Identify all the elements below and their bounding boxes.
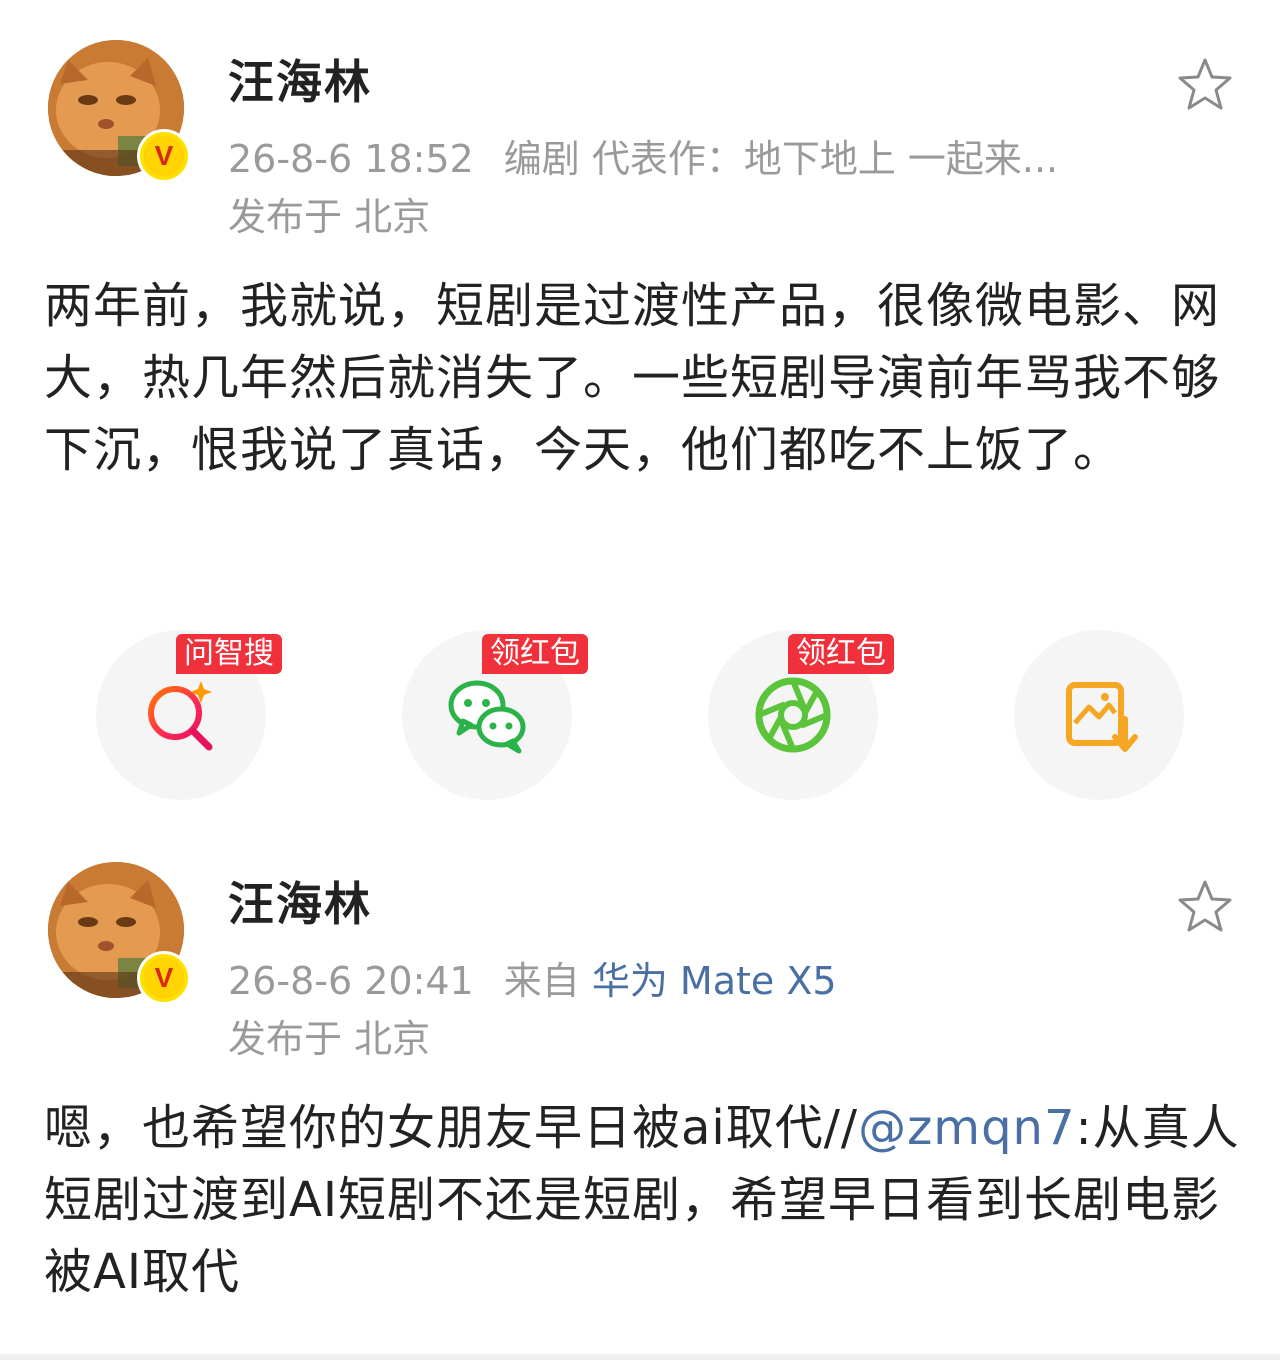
moments-share-button[interactable]: 领红包 xyxy=(708,630,894,800)
star-icon[interactable] xyxy=(1176,878,1234,936)
save-image-icon xyxy=(1066,682,1138,752)
wechat-tag: 领红包 xyxy=(482,634,588,674)
post-time: 26-8-6 18:52 xyxy=(228,137,474,181)
save-image-button[interactable] xyxy=(1014,630,1184,800)
share-row: 问智搜 领红包 领红包 xyxy=(0,630,1280,810)
mention-link[interactable]: @zmqn7 xyxy=(858,1100,1075,1156)
wechat-icon xyxy=(448,680,526,754)
source-prefix: 来自 xyxy=(503,959,580,1003)
post-time: 26-8-6 20:41 xyxy=(228,959,474,1003)
star-icon[interactable] xyxy=(1176,56,1234,114)
weibo-post: V 汪海林 26-8-6 18:52 编剧 代表作：地下地上 一起来... 发布于… xyxy=(0,0,1280,820)
post-body-text: 嗯，也希望你的女朋友早日被ai取代// xyxy=(44,1100,859,1156)
wechat-share-button[interactable]: 领红包 xyxy=(402,630,588,800)
username[interactable]: 汪海林 xyxy=(228,868,372,934)
moments-tag: 领红包 xyxy=(788,634,894,674)
weibo-post: V 汪海林 26-8-6 20:41 来自 华为 Mate X5 发布于 北京 嗯… xyxy=(0,840,1280,1320)
user-description[interactable]: 编剧 代表作：地下地上 一起来... xyxy=(504,137,1058,181)
search-tag: 问智搜 xyxy=(176,634,282,674)
post-location: 发布于 北京 xyxy=(228,1017,431,1061)
ai-search-icon xyxy=(148,681,213,751)
verified-badge-icon: V xyxy=(140,132,188,180)
moments-icon xyxy=(755,677,831,753)
post-meta: 26-8-6 20:41 来自 华为 Mate X5 xyxy=(228,950,837,1005)
post-body: 两年前，我就说，短剧是过渡性产品，很像微电影、网大，热几年然后就消失了。一些短剧… xyxy=(44,278,1221,478)
bottom-divider xyxy=(0,1354,1280,1360)
verified-badge-icon: V xyxy=(140,954,188,1002)
post-location: 发布于 北京 xyxy=(228,195,431,239)
source-device-link[interactable]: 华为 Mate X5 xyxy=(592,959,837,1003)
post-meta: 26-8-6 18:52 编剧 代表作：地下地上 一起来... xyxy=(228,128,1058,183)
post-body: 嗯，也希望你的女朋友早日被ai取代//@zmqn7:从真人短剧过渡到AI短剧不还… xyxy=(44,1092,1240,1308)
username[interactable]: 汪海林 xyxy=(228,46,372,112)
ai-search-button[interactable]: 问智搜 xyxy=(96,630,282,800)
